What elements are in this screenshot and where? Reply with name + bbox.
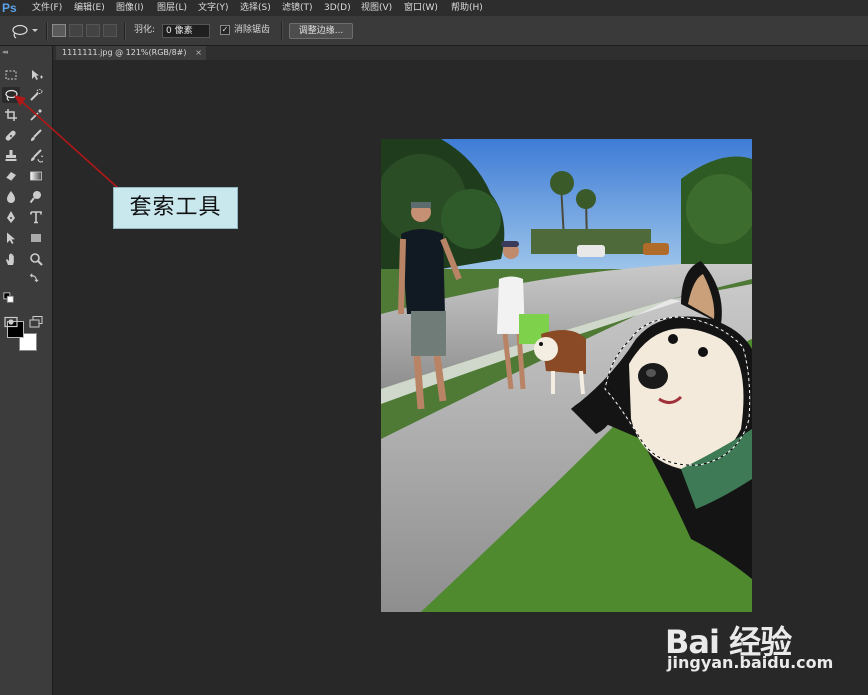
history-brush-icon[interactable] (27, 148, 45, 164)
menu-3d[interactable]: 3D(D) (324, 0, 351, 16)
hand-icon[interactable] (2, 251, 20, 267)
menu-edit[interactable]: 编辑(E) (74, 0, 105, 16)
options-separator (46, 22, 48, 40)
menu-select[interactable]: 选择(S) (240, 0, 271, 16)
annotation-label: 套索工具 (113, 187, 238, 229)
rectangle-shape-icon[interactable] (27, 230, 45, 246)
options-bar: 羽化: 0 像素 ✓ 消除锯齿 调整边缘... (0, 16, 868, 46)
antialias-checkbox[interactable]: ✓ (220, 25, 230, 35)
screen-mode-icon[interactable] (27, 314, 45, 330)
blur-icon[interactable] (2, 189, 20, 205)
clone-stamp-icon[interactable] (2, 148, 20, 164)
eyedropper-icon[interactable] (27, 107, 45, 123)
document-tab[interactable]: 1111111.jpg @ 121%(RGB/8#) × (56, 46, 206, 60)
photoshop-logo: Ps (2, 1, 17, 15)
toolbox: ◂◂ (0, 46, 53, 695)
close-icon[interactable]: × (195, 46, 202, 60)
brush-icon[interactable] (27, 128, 45, 144)
watermark-url: jingyan.baidu.com (667, 653, 834, 672)
quick-mask-icon[interactable] (2, 314, 20, 330)
default-colors-icon[interactable] (3, 292, 15, 304)
menu-image[interactable]: 图像(I) (116, 0, 144, 16)
eraser-icon[interactable] (2, 168, 20, 184)
feather-label: 羽化: (134, 25, 156, 35)
lasso-icon[interactable] (2, 87, 20, 103)
rectangular-marquee-icon[interactable] (2, 67, 20, 83)
document-tab-bar: 1111111.jpg @ 121%(RGB/8#) × (52, 46, 868, 60)
document-tab-title: 1111111.jpg @ 121%(RGB/8#) (62, 48, 187, 57)
type-icon[interactable] (27, 209, 45, 225)
refine-edge-button[interactable]: 调整边缘... (289, 23, 353, 39)
swap-colors-icon[interactable] (28, 272, 40, 284)
toolbox-grip[interactable]: ◂◂ (2, 48, 8, 56)
dodge-icon[interactable] (27, 189, 45, 205)
spot-healing-icon[interactable] (2, 128, 20, 144)
tool-preset-picker[interactable] (10, 23, 40, 39)
menu-type[interactable]: 文字(Y) (198, 0, 229, 16)
zoom-icon[interactable] (27, 251, 45, 267)
menu-bar: Ps 文件(F) 编辑(E) 图像(I) 图层(L) 文字(Y) 选择(S) 滤… (0, 0, 868, 16)
add-to-selection-button[interactable] (69, 24, 83, 37)
menu-layer[interactable]: 图层(L) (157, 0, 187, 16)
quick-selection-icon[interactable] (27, 87, 45, 103)
menu-window[interactable]: 窗口(W) (404, 0, 438, 16)
antialias-label: 消除锯齿 (234, 25, 271, 35)
crop-icon[interactable] (2, 107, 20, 123)
path-selection-icon[interactable] (2, 230, 20, 246)
menu-file[interactable]: 文件(F) (32, 0, 62, 16)
move-icon[interactable] (27, 67, 45, 83)
photo-illustration (381, 139, 752, 612)
menu-view[interactable]: 视图(V) (361, 0, 392, 16)
menu-filter[interactable]: 滤镜(T) (282, 0, 313, 16)
new-selection-button[interactable] (52, 24, 66, 37)
menu-help[interactable]: 帮助(H) (451, 0, 483, 16)
document-canvas-image[interactable] (381, 139, 752, 612)
pen-icon[interactable] (2, 209, 20, 225)
baidu-watermark: Bai 经验 jingyan.baidu.com (665, 605, 855, 685)
subtract-from-selection-button[interactable] (86, 24, 100, 37)
intersect-selection-button[interactable] (103, 24, 117, 37)
options-separator (281, 22, 283, 40)
options-separator (124, 22, 126, 40)
feather-input[interactable]: 0 像素 (162, 24, 210, 38)
gradient-icon[interactable] (27, 168, 45, 184)
lasso-preset-icon (12, 24, 38, 39)
